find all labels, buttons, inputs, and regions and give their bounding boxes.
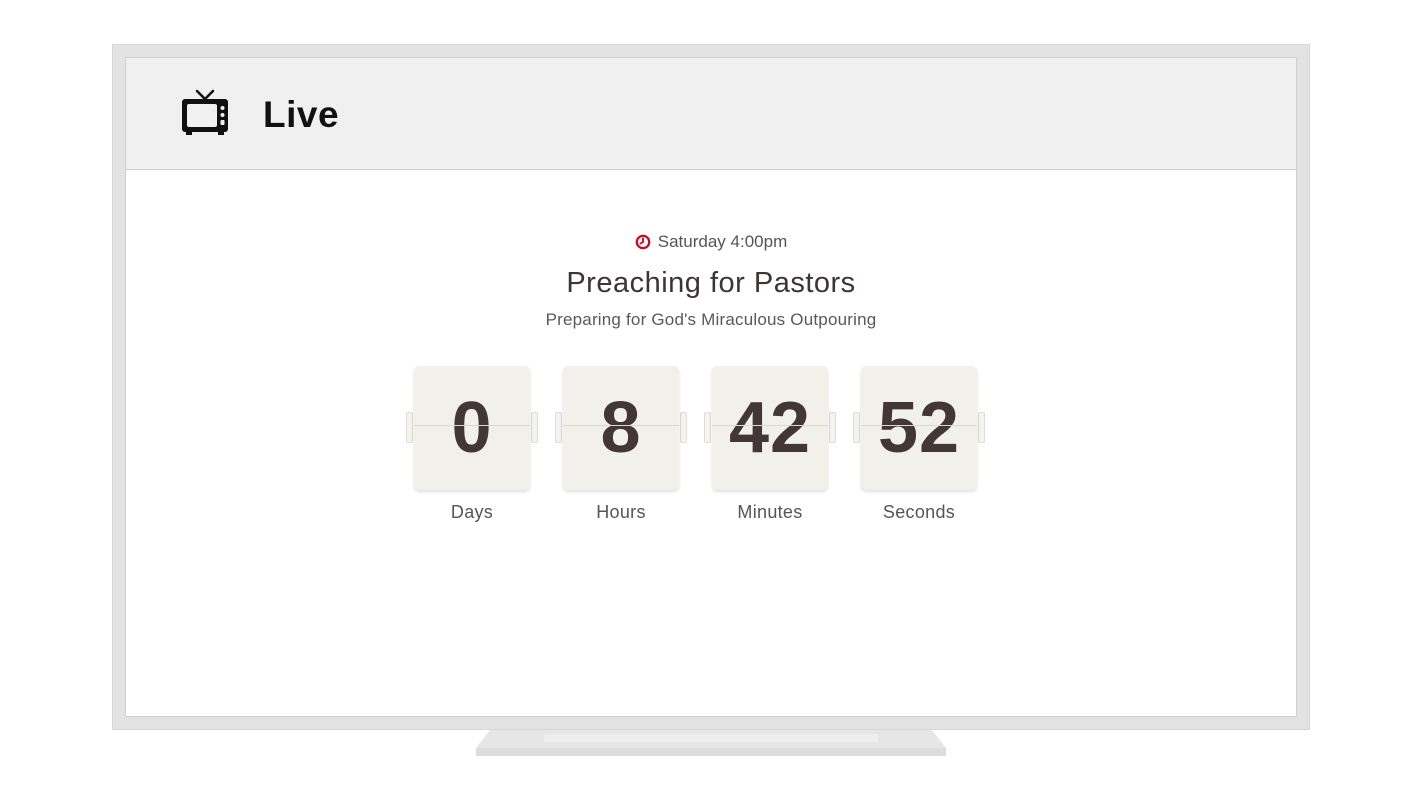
flip-card-minutes: 42 (704, 366, 836, 490)
hinge (853, 412, 860, 443)
tv-icon (182, 89, 228, 135)
countdown-minutes: 42 Minutes (704, 366, 836, 523)
seconds-value: 52 (861, 366, 977, 490)
flip-card-seconds: 52 (853, 366, 985, 490)
countdown-timer: 0 Days 8 Hours 42 Minutes 52 Seconds (406, 366, 985, 523)
page-title: Live (263, 94, 340, 135)
schedule-time: Saturday 4:00pm (657, 232, 788, 251)
hinge (531, 412, 538, 443)
flip-card-hours: 8 (555, 366, 687, 490)
event-info: Saturday 4:00pm Preaching for Pastors Pr… (126, 230, 1296, 330)
minutes-value: 42 (712, 366, 828, 490)
app-header: Live (126, 58, 1296, 170)
minutes-label: Minutes (737, 502, 803, 522)
flip-card-days: 0 (406, 366, 538, 490)
countdown-days: 0 Days (406, 366, 538, 523)
countdown-seconds: 52 Seconds (853, 366, 985, 523)
clock-icon (635, 234, 651, 250)
event-subtitle: Preparing for God's Miraculous Outpourin… (545, 310, 877, 329)
days-label: Days (450, 502, 494, 522)
hours-value: 8 (563, 366, 679, 490)
hinge (978, 412, 985, 443)
hinge (406, 412, 413, 443)
days-value: 0 (414, 366, 530, 490)
hours-label: Hours (596, 502, 646, 522)
tv-frame: Live Saturday 4:00pm Preaching for Pasto… (112, 44, 1310, 730)
schedule-row: Saturday 4:00pm (126, 230, 1296, 254)
tv-screen: Live Saturday 4:00pm Preaching for Pasto… (125, 57, 1297, 717)
hinge (680, 412, 687, 443)
hinge (704, 412, 711, 443)
countdown-hours: 8 Hours (555, 366, 687, 523)
hinge (555, 412, 562, 443)
hinge (829, 412, 836, 443)
event-title: Preaching for Pastors (566, 267, 856, 299)
seconds-label: Seconds (882, 502, 956, 522)
tv-stand (476, 730, 946, 756)
